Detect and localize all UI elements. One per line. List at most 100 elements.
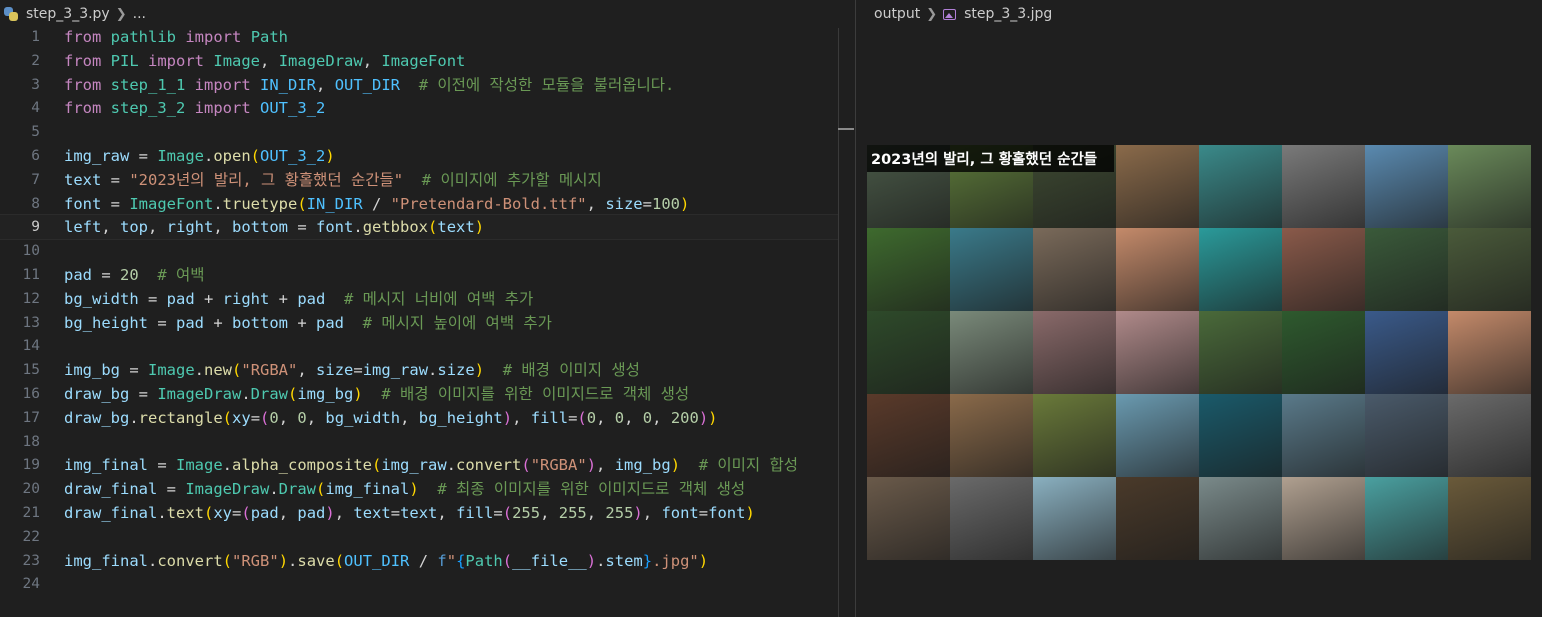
line-number: 20 [22,481,40,498]
code-line[interactable]: 19 img_final = Image.alpha_composite(img_… [0,453,838,477]
code-text: from step_3_2 import OUT_3_2 [64,99,326,118]
photo-tile [950,394,1033,477]
code-text: from step_1_1 import IN_DIR, OUT_DIR # 이… [64,75,675,94]
code-line[interactable]: 14 [0,334,838,358]
code-text: pad = 20 # 여백 [64,266,205,284]
breadcrumb-folder[interactable]: output [874,6,920,22]
photo-tile [950,228,1033,311]
photo-tile [867,394,950,477]
line-number: 14 [22,338,40,355]
code-text: img_raw = Image.open(OUT_3_2) [64,147,335,165]
line-number: 16 [22,386,40,402]
photo-tile [1033,228,1116,311]
code-text: left, top, right, bottom = font.getbbox(… [64,218,485,237]
photo-tile [1199,145,1282,228]
photo-tile [1282,477,1365,560]
python-file-icon [4,7,18,21]
image-preview-pane: output ❯ step_3_3.jpg 2023년의 발리, 그 황홀했던 … [856,0,1542,617]
photo-tile [1033,477,1116,560]
breadcrumb-filename[interactable]: step_3_3.py [26,6,110,22]
line-number: 10 [22,243,40,260]
code-line[interactable]: 10 [0,239,838,263]
code-line[interactable]: 15 img_bg = Image.new("RGBA", size=img_ra… [0,358,838,382]
line-number: 1 [31,29,40,45]
line-number: 9 [31,219,40,236]
line-number: 19 [22,457,40,474]
photo-tile [1199,477,1282,560]
line-number: 21 [22,505,40,521]
chevron-right-icon: ❯ [926,6,938,22]
code-text: draw_bg = ImageDraw.Draw(img_bg) # 배경 이미… [64,385,690,403]
photo-tile [1282,228,1365,311]
code-text: img_final.convert("RGB").save(OUT_DIR / … [64,551,709,570]
photo-tile [867,311,950,394]
photo-tile [1033,394,1116,477]
code-text: from pathlib import Path [64,28,289,46]
line-number: 22 [22,528,40,545]
code-editor-pane: step_3_3.py ❯ ... 1 from pathlib import P… [0,0,855,617]
code-text: bg_height = pad + bottom + pad # 메시지 높이에… [64,313,552,332]
photo-tile [1365,145,1448,228]
editor-scrollbar-track[interactable] [838,28,839,617]
code-text: draw_final = ImageDraw.Draw(img_final) #… [64,480,746,499]
preview-image [867,145,1531,560]
code-line[interactable]: 9 left, top, right, bottom = font.getbbox… [0,214,839,241]
code-line[interactable]: 4 from step_3_2 import OUT_3_2 [0,96,838,120]
photo-tile [1365,228,1448,311]
photo-tile [1116,311,1199,394]
code-line[interactable]: 11 pad = 20 # 여백 [0,263,838,287]
overlay-text: 2023년의 발리, 그 황홀했던 순간들 [871,152,1098,168]
line-number: 11 [22,267,40,283]
line-number: 3 [31,76,40,93]
photo-tile [1116,228,1199,311]
code-line[interactable]: 22 [0,525,838,549]
code-line[interactable]: 21 draw_final.text(xy=(pad, pad), text=te… [0,501,838,525]
code-line[interactable]: 20 draw_final = ImageDraw.Draw(img_final)… [0,477,838,501]
line-number: 17 [22,409,40,426]
breadcrumb-image-filename[interactable]: step_3_3.jpg [964,6,1052,22]
code-line[interactable]: 7 text = "2023년의 발리, 그 황홀했던 순간들" # 이미지에 추… [0,168,838,192]
code-line[interactable]: 23 img_final.convert("RGB").save(OUT_DIR … [0,549,838,573]
code-line[interactable]: 2 from PIL import Image, ImageDraw, Image… [0,49,838,73]
photo-tile [1033,311,1116,394]
code-line[interactable]: 3 from step_1_1 import IN_DIR, OUT_DIR # … [0,73,838,97]
photo-tile [1448,477,1531,560]
code-line[interactable]: 18 [0,430,838,454]
code-line[interactable]: 5 [0,120,838,144]
photo-tile [1448,228,1531,311]
photo-tile [1199,311,1282,394]
code-line[interactable]: 17 draw_bg.rectangle(xy=(0, 0, bg_width, … [0,406,838,430]
code-text: text = "2023년의 발리, 그 황홀했던 순간들" # 이미지에 추가… [64,170,602,189]
photo-tile [1116,477,1199,560]
code-text: draw_bg.rectangle(xy=(0, 0, bg_width, bg… [64,408,718,427]
code-line[interactable]: 12 bg_width = pad + right + pad # 메시지 너비에… [0,287,838,311]
photo-tile [1282,145,1365,228]
photo-tile [1448,145,1531,228]
line-number: 2 [31,52,40,69]
photo-tile [1116,394,1199,477]
photo-tile [1448,311,1531,394]
code-line[interactable]: 1 from pathlib import Path [0,25,838,49]
code-text: font = ImageFont.truetype(IN_DIR / "Pret… [64,194,690,213]
code-line[interactable]: 6 img_raw = Image.open(OUT_3_2) [0,144,838,168]
code-line[interactable]: 24 [0,572,838,596]
line-number: 15 [22,362,40,379]
breadcrumb-symbols[interactable]: ... [133,6,146,22]
code-line[interactable]: 8 font = ImageFont.truetype(IN_DIR / "Pre… [0,192,838,216]
code-text: img_final = Image.alpha_composite(img_ra… [64,456,799,475]
photo-tile [1116,145,1199,228]
line-number: 12 [22,290,40,307]
code-area[interactable]: 1 from pathlib import Path 2 from PIL impor… [0,25,839,617]
editor-scrollbar-thumb[interactable] [838,128,854,130]
code-text: draw_final.text(xy=(pad, pad), text=text… [64,504,755,522]
photo-tile [867,228,950,311]
line-number: 24 [22,576,40,593]
photo-tile [1282,394,1365,477]
code-line[interactable]: 13 bg_height = pad + bottom + pad # 메시지 높… [0,311,838,335]
image-file-icon [943,8,957,20]
chevron-right-icon: ❯ [115,6,127,22]
code-text: from PIL import Image, ImageDraw, ImageF… [64,51,466,70]
code-line[interactable]: 16 draw_bg = ImageDraw.Draw(img_bg) # 배경 … [0,382,838,406]
photo-tile [1365,477,1448,560]
photo-tile [1448,394,1531,477]
